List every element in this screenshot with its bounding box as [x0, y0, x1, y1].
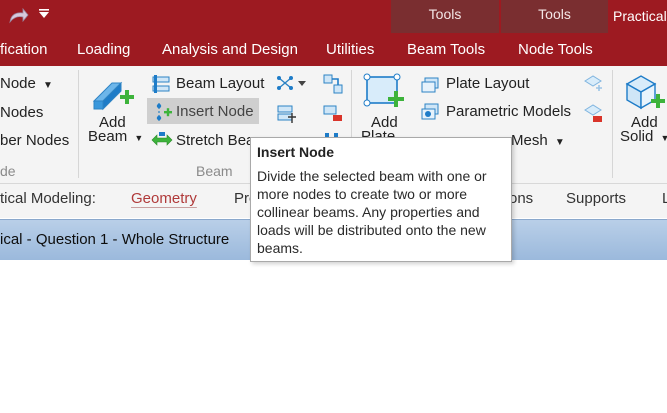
parametric-models-icon[interactable] — [420, 101, 442, 123]
parametric-models-button[interactable]: Parametric Models — [446, 103, 571, 120]
document-title: ical - Question 1 - Whole Structure — [0, 231, 230, 248]
tab-analysis-design[interactable]: Analysis and Design — [162, 41, 298, 58]
stretch-beam-button[interactable]: Stretch Bea — [176, 132, 254, 149]
node-dropdown-label: Node — [0, 75, 36, 92]
tooltip-title: Insert Node — [257, 144, 335, 160]
add-plate-icon[interactable] — [362, 72, 408, 116]
quick-access-dropdown-icon[interactable] — [38, 8, 50, 20]
add-solid-button[interactable]: Solid ▼ — [620, 128, 667, 145]
connect-beams-icon[interactable] — [322, 73, 344, 95]
add-beam-icon[interactable] — [90, 71, 136, 115]
add-beam-label-2: Beam — [88, 128, 128, 145]
redo-icon[interactable] — [7, 7, 29, 25]
chevron-down-icon: ▼ — [134, 133, 144, 143]
plate-mesh-icon[interactable] — [582, 73, 604, 95]
modeling-mode-label: tical Modeling: — [0, 190, 96, 207]
page-tab-supports[interactable]: Supports — [566, 190, 626, 207]
tab-utilities[interactable]: Utilities — [326, 41, 374, 58]
add-solid-label-2: Solid — [620, 128, 654, 145]
number-nodes-button[interactable]: ber Nodes — [0, 132, 69, 149]
mesh-dropdown-button[interactable]: Mesh ▼ — [511, 132, 565, 149]
split-beam-icon[interactable] — [276, 103, 298, 125]
insert-node-button[interactable]: Insert Node — [176, 103, 254, 120]
add-solid-icon[interactable] — [621, 72, 667, 116]
group-divider — [78, 70, 79, 178]
group-divider — [612, 70, 613, 178]
chevron-down-icon: ▼ — [660, 133, 667, 143]
merge-beams-icon[interactable] — [322, 102, 344, 124]
page-tab-loads[interactable]: L — [662, 190, 667, 207]
plate-layout-icon[interactable] — [420, 73, 442, 95]
contextual-tools-label: Tools — [538, 6, 571, 22]
plate-layout-button[interactable]: Plate Layout — [446, 75, 529, 92]
contextual-practical-label: Practical — [613, 8, 667, 24]
chevron-down-icon: ▼ — [43, 80, 53, 91]
beam-layout-button[interactable]: Beam Layout — [176, 75, 264, 92]
beam-member-tools-icon[interactable] — [276, 74, 308, 92]
tab-modification[interactable]: fication — [0, 41, 48, 58]
stretch-beam-icon[interactable] — [151, 130, 173, 150]
add-beam-button[interactable]: Beam ▼ — [88, 128, 143, 145]
tooltip-body: Divide the selected beam with one or mor… — [257, 168, 487, 256]
chevron-down-icon: ▼ — [554, 137, 565, 148]
insert-node-icon[interactable] — [151, 101, 173, 123]
nodes-button[interactable]: Nodes — [0, 104, 43, 121]
beam-layout-icon[interactable] — [151, 73, 173, 95]
page-tab-geometry[interactable]: Geometry — [131, 190, 197, 207]
model-view-area[interactable] — [0, 260, 667, 413]
tab-beam-tools[interactable]: Beam Tools — [407, 41, 485, 58]
node-dropdown-button[interactable]: Node ▼ — [0, 75, 53, 92]
node-group-label: de — [0, 163, 16, 179]
tab-node-tools[interactable]: Node Tools — [518, 41, 593, 58]
contextual-tools-label: Tools — [428, 6, 462, 22]
insert-node-tooltip: Insert Node Divide the selected beam wit… — [250, 137, 512, 262]
page-tab-specifications[interactable]: ons — [509, 190, 533, 207]
tab-loading[interactable]: Loading — [77, 41, 130, 58]
beam-group-label: Beam — [196, 163, 233, 179]
plate-delete-icon[interactable] — [582, 102, 604, 124]
mesh-label: Mesh — [511, 132, 548, 149]
